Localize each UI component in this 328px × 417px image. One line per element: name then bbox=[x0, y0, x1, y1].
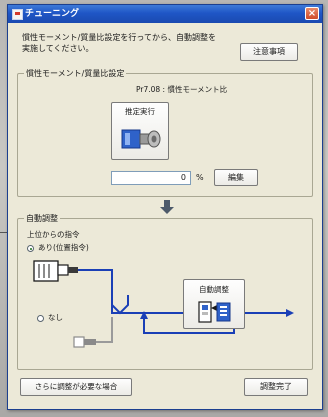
edit-button[interactable]: 編集 bbox=[214, 169, 258, 186]
radio-with-command[interactable] bbox=[27, 245, 34, 252]
auto-tune-icon bbox=[198, 301, 231, 323]
auto-tune-button-label: 自動調整 bbox=[199, 285, 229, 294]
measure-button-label: 推定実行 bbox=[125, 107, 155, 116]
down-arrow-icon bbox=[160, 200, 174, 214]
inertia-value-field[interactable]: 0 bbox=[111, 171, 191, 185]
inertia-unit: % bbox=[196, 173, 204, 182]
auto-tune-button[interactable]: 自動調整 bbox=[183, 279, 245, 329]
inertia-group-title: 慣性モーメント/質量比設定 bbox=[24, 68, 127, 79]
notes-button[interactable]: 注意事項 bbox=[240, 43, 298, 61]
motor-measure-icon bbox=[121, 129, 161, 149]
app-icon bbox=[12, 9, 23, 20]
param-label: Pr7.08 : 慣性モーメント比 bbox=[136, 85, 228, 94]
auto-tune-group-title: 自動調整 bbox=[24, 213, 60, 224]
command-wiring-diagram bbox=[33, 260, 294, 348]
radio-with-command-label: あり(位置指令) bbox=[38, 243, 89, 252]
inertia-group: 慣性モーメント/質量比設定 Pr7.08 : 慣性モーメント比 推定実行 0 %… bbox=[17, 68, 313, 197]
intro-text: 慣性モーメント/質量比設定を行ってから、自動調整を実施してください。 bbox=[22, 33, 216, 53]
close-button[interactable]: × bbox=[305, 7, 319, 20]
inertia-value: 0 bbox=[180, 173, 186, 182]
tuning-dialog: チューニング × 慣性モーメント/質量比設定を行ってから、自動調整を実施してくだ… bbox=[7, 4, 323, 410]
finish-button[interactable]: 調整完了 bbox=[244, 378, 308, 396]
window-title: チューニング bbox=[25, 9, 80, 19]
command-label: 上位からの指令 bbox=[27, 230, 80, 239]
measure-button[interactable]: 推定実行 bbox=[111, 102, 169, 160]
auto-tune-group: 自動調整 上位からの指令 あり(位置指令) なし 自動調整 bbox=[17, 213, 313, 370]
manual-tune-button[interactable]: さらに調整が必要な場合 bbox=[20, 378, 132, 396]
title-bar[interactable]: チューニング × bbox=[8, 5, 322, 23]
